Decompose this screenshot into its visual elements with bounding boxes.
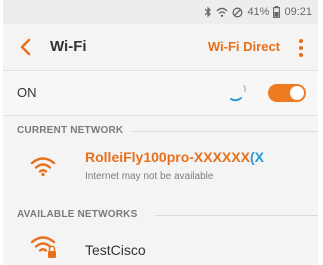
wifi-secured-icon [30,236,56,258]
wifi-direct-button[interactable]: Wi-Fi Direct [208,39,280,54]
available-networks-header: AVAILABLE NETWORKS [17,209,138,220]
battery-percent: 41% [247,6,270,18]
current-network-ssid-tail: (X [249,149,264,165]
current-network-ssid: RolleiFly100pro-XXXXXX [85,149,250,165]
current-network-header: CURRENT NETWORK [17,125,124,136]
wifi-signal-icon [30,157,56,177]
back-button[interactable] [17,37,37,57]
no-signal-icon [232,7,243,17]
current-network-name: RolleiFly100pro-XXXXXX(X [85,149,264,165]
clock: 09:21 [284,6,312,18]
battery-icon [273,6,281,18]
status-icons: 41% 09:21 [204,4,312,20]
page-title: Wi-Fi [50,38,87,55]
wifi-toggle-label: ON [17,85,37,100]
current-network-divider [131,131,318,132]
more-options-button[interactable] [296,38,306,58]
wifi-toggle-switch[interactable] [268,84,306,102]
wifi-settings-screen: 41% 09:21 Wi-Fi Wi-Fi Direct ON CURRENT … [3,0,318,265]
more-options-icon [299,39,303,57]
available-networks-divider [155,215,318,216]
back-arrow-icon [20,38,31,56]
current-network-status: Internet may not be available [85,171,214,182]
toggle-knob [290,86,304,100]
wifi-toggle-row[interactable]: ON [3,71,318,116]
network-name: TestCisco [85,242,146,258]
loading-spinner-icon [230,85,247,102]
bluetooth-icon [205,6,212,18]
app-bar: Wi-Fi Wi-Fi Direct [3,24,318,71]
status-bar: 41% 09:21 [3,0,318,24]
wifi-status-icon [216,7,228,17]
